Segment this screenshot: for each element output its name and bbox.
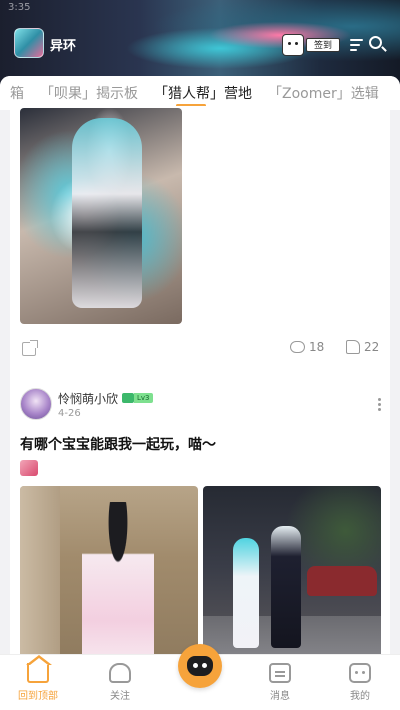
level-badge: Lv3 (122, 392, 153, 404)
status-time: 3:35 (8, 2, 31, 13)
profile-icon (349, 663, 371, 683)
create-post-button[interactable] (178, 644, 222, 688)
mascot-icon (187, 656, 213, 676)
post-card[interactable]: 怜悯萌小欣 Lv3 4-26 有哪个宝宝能跟我一起玩，喵～ (10, 376, 390, 654)
post-photo[interactable] (203, 486, 381, 654)
signin-button[interactable]: 签到 (282, 34, 340, 56)
app-avatar[interactable] (14, 28, 44, 58)
post-date: 4-26 (58, 408, 81, 419)
post-image-figure (72, 118, 142, 308)
menu-icon[interactable] (350, 39, 363, 51)
tab-hunter-camp[interactable]: 「猎人帮」营地 (154, 83, 252, 107)
post-image[interactable] (20, 108, 182, 324)
like-button[interactable]: 22 (346, 340, 379, 354)
post-card[interactable]: 18 22 (10, 106, 390, 398)
share-icon[interactable] (22, 340, 38, 356)
more-options-icon[interactable] (378, 398, 381, 413)
tab-box[interactable]: 箱 (10, 83, 24, 103)
signin-label: 签到 (306, 38, 340, 52)
feed-content: 箱 「呗果」揭示板 「猎人帮」营地 「Zoomer」选辑 18 22 怜悯萌小欣… (0, 76, 400, 654)
post-photo[interactable] (20, 486, 198, 654)
message-icon (269, 663, 291, 683)
nav-follow[interactable]: 关注 (90, 663, 150, 702)
comment-count: 18 (309, 340, 325, 354)
comment-icon (290, 341, 305, 353)
channel-tabs: 箱 「呗果」揭示板 「猎人帮」营地 「Zoomer」选辑 (0, 76, 400, 110)
thumbs-up-icon (346, 340, 360, 354)
signin-mascot-icon (282, 34, 304, 56)
post-title[interactable]: 有哪个宝宝能跟我一起玩，喵～ (20, 434, 216, 454)
like-count: 22 (364, 340, 380, 354)
nav-messages[interactable]: 消息 (250, 663, 310, 702)
search-icon[interactable] (369, 36, 382, 49)
home-icon (26, 655, 52, 683)
sticker-icon (20, 460, 38, 476)
nav-home[interactable]: 回到顶部 (8, 655, 68, 702)
username[interactable]: 怜悯萌小欣 (58, 390, 118, 407)
tab-beiguo-board[interactable]: 「呗果」揭示板 (40, 83, 138, 103)
tab-zoomer-collection[interactable]: 「Zoomer」选辑 (268, 83, 379, 103)
nav-mine[interactable]: 我的 (330, 663, 390, 702)
comment-button[interactable]: 18 (290, 340, 324, 354)
app-name[interactable]: 异环 (50, 35, 76, 54)
header-banner: 3:35 异环 签到 (0, 0, 400, 88)
level-icon (122, 393, 134, 403)
follow-icon (109, 663, 131, 683)
avatar[interactable] (20, 388, 52, 420)
level-text: Lv3 (134, 393, 153, 403)
